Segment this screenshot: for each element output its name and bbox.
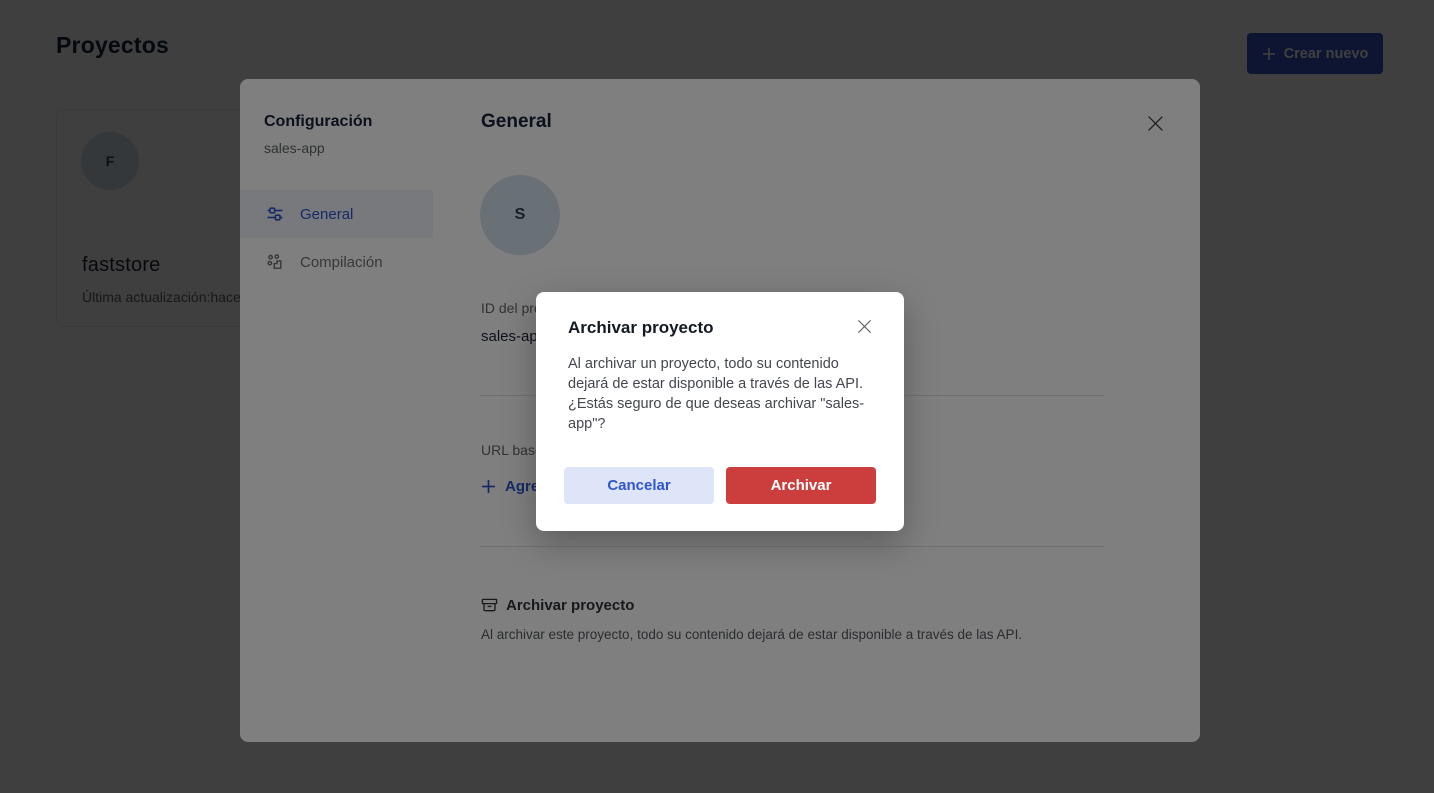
cancel-button[interactable]: Cancelar <box>564 467 714 504</box>
dialog-title: Archivar proyecto <box>568 318 714 338</box>
dialog-body-text: Al archivar un proyecto, todo su conteni… <box>568 354 874 434</box>
dialog-actions: Cancelar Archivar <box>564 467 876 504</box>
close-icon <box>857 319 872 334</box>
dialog-close-button[interactable] <box>855 317 873 335</box>
archive-confirm-dialog: Archivar proyecto Al archivar un proyect… <box>536 292 904 531</box>
archive-button[interactable]: Archivar <box>726 467 876 504</box>
